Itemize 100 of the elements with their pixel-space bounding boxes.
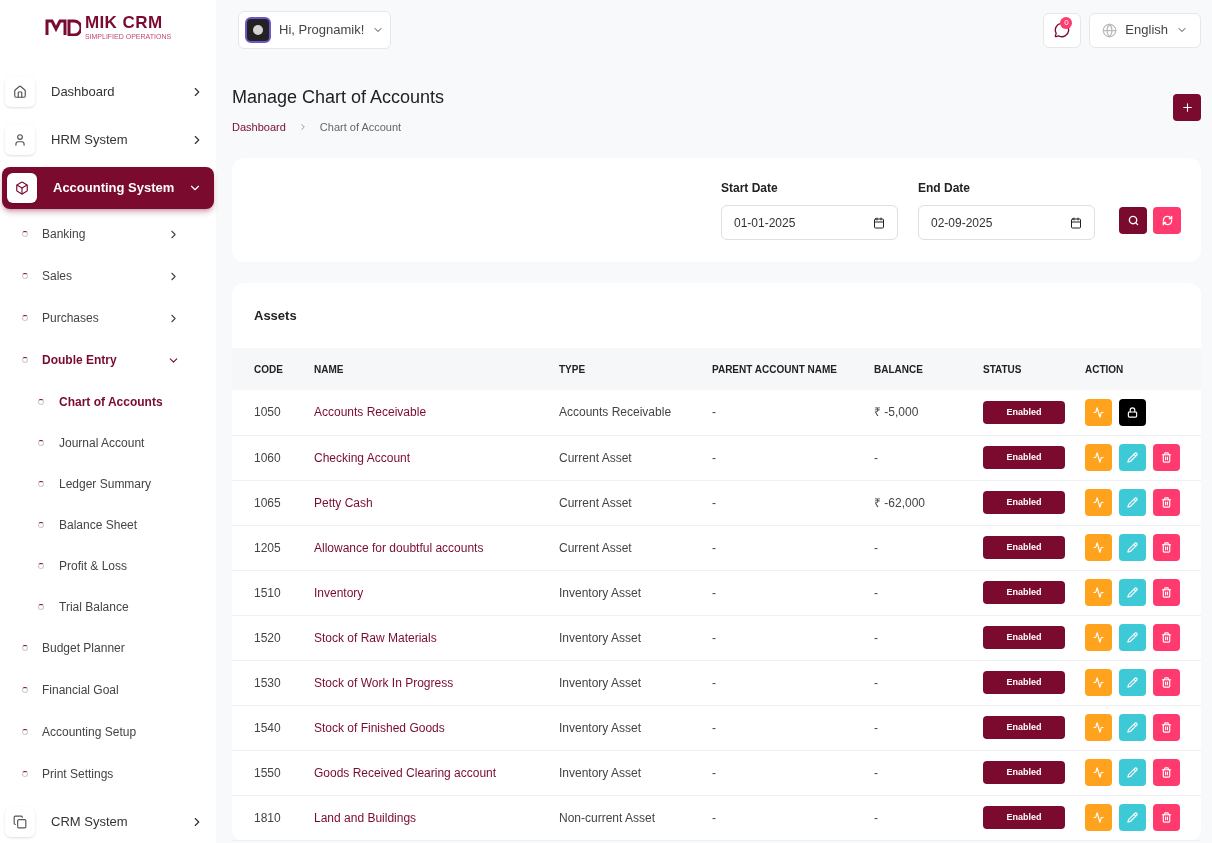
account-name-link[interactable]: Stock of Raw Materials [314, 630, 437, 645]
logo-text: MIK CRM [84, 13, 163, 31]
balance-cell: - [874, 720, 878, 735]
edit-button[interactable] [1119, 669, 1146, 696]
transactions-button[interactable] [1085, 759, 1112, 786]
search-button[interactable] [1119, 207, 1147, 234]
account-name-link[interactable]: Petty Cash [314, 495, 373, 510]
delete-button[interactable] [1153, 489, 1180, 516]
calendar-icon [873, 216, 885, 229]
delete-button[interactable] [1153, 804, 1180, 831]
parent-account-cell: - [712, 540, 716, 555]
pencil-icon [1127, 722, 1138, 733]
sidebar-item[interactable]: Print Settings [0, 753, 216, 795]
edit-button[interactable] [1119, 624, 1146, 651]
sidebar-item[interactable]: Double Entry [0, 339, 216, 381]
edit-button[interactable] [1119, 714, 1146, 741]
date-field[interactable]: 01-01-2025 [721, 205, 898, 240]
breadcrumb-item[interactable]: Dashboard [232, 119, 286, 136]
delete-button[interactable] [1153, 579, 1180, 606]
sidebar-item[interactable]: Profit & Loss [0, 545, 216, 586]
sidebar-item[interactable]: Accounting System [2, 167, 214, 209]
balance-cell: ₹ -5,000 [874, 405, 919, 420]
copy-icon [13, 815, 27, 829]
transactions-button[interactable] [1085, 714, 1112, 741]
sidebar-item[interactable]: Purchases [0, 297, 216, 339]
edit-button[interactable] [1119, 444, 1146, 471]
edit-button[interactable] [1119, 759, 1146, 786]
sidebar-item[interactable]: HRM System [0, 119, 216, 161]
status-badge: Enabled [983, 400, 1065, 424]
add-button[interactable] [1173, 94, 1201, 121]
pulse-icon [1093, 542, 1104, 553]
account-name-link[interactable]: Land and Buildings [314, 810, 417, 825]
type-cell: Inventory Asset [559, 675, 642, 690]
edit-button[interactable] [1119, 579, 1146, 606]
sidebar-item[interactable]: Balance Sheet [0, 504, 216, 545]
column-header: ACTION [1085, 363, 1124, 375]
sidebar-item[interactable]: Banking [0, 213, 216, 255]
delete-button[interactable] [1153, 714, 1180, 741]
transactions-button[interactable] [1085, 804, 1112, 831]
user-menu[interactable]: Hi, Prognamik! [238, 11, 392, 49]
status-badge: Enabled [983, 581, 1065, 604]
status-badge: Enabled [983, 626, 1065, 649]
delete-button[interactable] [1153, 759, 1180, 786]
transactions-button[interactable] [1085, 489, 1112, 516]
balance-cell: - [874, 540, 878, 555]
reset-button[interactable] [1153, 207, 1181, 234]
sidebar-item[interactable]: Ledger Summary [0, 463, 216, 504]
type-cell: Accounts Receivable [559, 405, 672, 420]
sidebar-item[interactable]: CRM System [0, 801, 216, 843]
delete-button[interactable] [1153, 444, 1180, 471]
pulse-icon [1093, 406, 1104, 418]
transactions-button[interactable] [1085, 398, 1112, 426]
parent-account-cell: - [712, 495, 716, 510]
code-cell: 1065 [254, 495, 281, 510]
transactions-button[interactable] [1085, 444, 1112, 471]
transactions-button[interactable] [1085, 624, 1112, 651]
status-badge: Enabled [983, 761, 1065, 784]
sidebar-item[interactable]: Trial Balance [0, 586, 216, 627]
delete-button[interactable] [1153, 534, 1180, 561]
account-name-link[interactable]: Checking Account [314, 450, 411, 465]
sidebar-item[interactable]: Accounting Setup [0, 711, 216, 753]
column-header: BALANCE [874, 363, 923, 375]
chat-icon [1054, 22, 1071, 38]
delete-button[interactable] [1153, 624, 1180, 651]
code-cell: 1520 [254, 630, 281, 645]
delete-button[interactable] [1153, 669, 1180, 696]
status-badge: Enabled [983, 671, 1065, 694]
edit-button[interactable] [1119, 534, 1146, 561]
account-name-link[interactable]: Goods Received Clearing account [314, 765, 497, 780]
type-cell: Current Asset [559, 495, 632, 510]
sidebar-item[interactable]: Chart of Accounts [0, 381, 216, 422]
account-name-link[interactable]: Inventory [314, 585, 364, 600]
sidebar-item[interactable]: Financial Goal [0, 669, 216, 711]
pulse-icon [1093, 587, 1104, 598]
transactions-button[interactable] [1085, 579, 1112, 606]
account-name-link[interactable]: Allowance for doubtful accounts [314, 540, 484, 555]
sidebar-item[interactable]: Journal Account [0, 422, 216, 463]
pencil-icon [1127, 497, 1138, 508]
transactions-button[interactable] [1085, 669, 1112, 696]
code-cell: 1205 [254, 540, 281, 555]
type-cell: Non-current Asset [559, 810, 656, 825]
trash-icon [1161, 497, 1172, 508]
status-badge: Enabled [983, 716, 1065, 739]
sidebar-item[interactable]: Budget Planner [0, 627, 216, 669]
sidebar-item[interactable]: Sales [0, 255, 216, 297]
account-name-link[interactable]: Stock of Work In Progress [314, 675, 454, 690]
edit-button[interactable] [1119, 489, 1146, 516]
sidebar-item[interactable]: Dashboard [0, 71, 216, 113]
transactions-button[interactable] [1085, 534, 1112, 561]
globe-icon [1102, 22, 1118, 38]
trash-icon [1161, 767, 1172, 778]
account-name-link[interactable]: Stock of Finished Goods [314, 720, 445, 735]
cube-icon [15, 181, 29, 195]
lock-button[interactable] [1119, 398, 1146, 426]
date-field[interactable]: 02-09-2025 [918, 205, 1095, 240]
edit-button[interactable] [1119, 804, 1146, 831]
account-name-link[interactable]: Accounts Receivable [314, 405, 427, 420]
language-selector[interactable]: English [1089, 12, 1201, 48]
column-header: PARENT ACCOUNT NAME [712, 363, 837, 375]
refresh-icon [1161, 215, 1173, 226]
